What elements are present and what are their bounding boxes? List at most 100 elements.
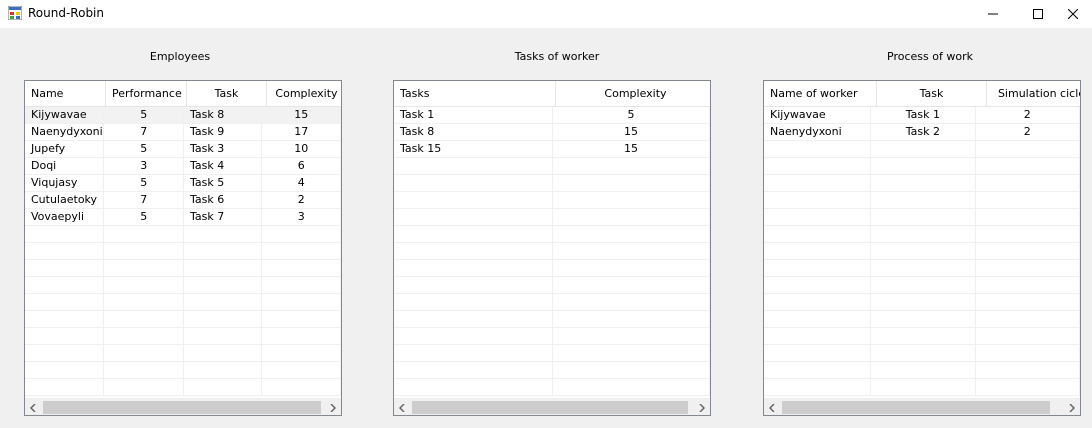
- table-cell: [871, 328, 976, 345]
- column-header-tasks[interactable]: Tasks: [394, 81, 556, 107]
- table-row[interactable]: Vovaepyli 5 Task 73: [25, 209, 341, 226]
- table-cell: [976, 243, 1080, 260]
- scroll-left-button[interactable]: [394, 399, 411, 415]
- table-cell: [764, 209, 872, 226]
- empty-row: [394, 379, 710, 396]
- process-of-work-list[interactable]: Name of worker Task Simulation cicle Kij…: [763, 80, 1081, 416]
- column-header-name-of-worker[interactable]: Name of worker: [764, 81, 877, 107]
- table-cell: [104, 243, 184, 260]
- table-row[interactable]: Task 15 15: [394, 141, 710, 158]
- table-cell: [262, 294, 341, 311]
- table-cell: [553, 345, 710, 362]
- table-row[interactable]: Task 15: [394, 107, 710, 124]
- table-cell: [553, 328, 710, 345]
- empty-row: [394, 226, 710, 243]
- empty-row: [394, 294, 710, 311]
- table-cell: [976, 192, 1080, 209]
- table-cell: [764, 362, 872, 379]
- table-cell: 15: [553, 141, 710, 158]
- employees-header: Name Performance Task Complexity: [25, 81, 341, 107]
- table-cell: [394, 277, 553, 294]
- employees-hscrollbar[interactable]: [25, 398, 341, 415]
- table-cell: [262, 328, 341, 345]
- table-cell: 2: [976, 124, 1080, 141]
- table-row[interactable]: Naenydyxoni Task 22: [764, 124, 1080, 141]
- table-row[interactable]: Naenydyxoni 7 Task 9 17: [25, 124, 341, 141]
- table-cell: [394, 192, 553, 209]
- table-row[interactable]: Viqujasy 5 Task 54: [25, 175, 341, 192]
- table-cell: [976, 175, 1080, 192]
- table-cell: [104, 226, 184, 243]
- table-row[interactable]: Cutulaetoky 7 Task 62: [25, 192, 341, 209]
- table-cell: [262, 311, 341, 328]
- table-cell: [184, 226, 263, 243]
- title-bar: Round-Robin: [0, 0, 1092, 28]
- scroll-thumb[interactable]: [782, 401, 1050, 414]
- empty-row: [764, 379, 1080, 396]
- table-cell: [764, 175, 872, 192]
- table-row[interactable]: Kijywavae Task 12: [764, 107, 1080, 124]
- tasks-of-worker-list[interactable]: Tasks Complexity Task 1 5 Task 8 15 Task 15 1…: [393, 80, 711, 416]
- column-header-name[interactable]: Name: [25, 81, 106, 107]
- table-cell: [394, 243, 553, 260]
- table-row[interactable]: Kijywavae 5 Task 8 15: [25, 107, 341, 124]
- table-cell: [553, 379, 710, 396]
- table-row[interactable]: Task 8 15: [394, 124, 710, 141]
- table-cell: [262, 345, 341, 362]
- column-header-task[interactable]: Task: [877, 81, 987, 107]
- table-cell: 5: [553, 107, 710, 124]
- table-cell: [976, 277, 1080, 294]
- table-cell: [25, 362, 105, 379]
- process-hscrollbar[interactable]: [764, 398, 1080, 415]
- table-cell: [764, 260, 872, 277]
- table-cell: [764, 226, 872, 243]
- table-cell: [262, 260, 341, 277]
- empty-row: [25, 260, 341, 277]
- table-cell: [764, 192, 872, 209]
- table-cell: Kijywavae: [25, 107, 105, 124]
- empty-row: [394, 277, 710, 294]
- tasks-hscrollbar[interactable]: [394, 398, 710, 415]
- table-cell: Doqi: [25, 158, 105, 175]
- table-cell: [764, 328, 872, 345]
- table-cell: [184, 311, 263, 328]
- scroll-right-button[interactable]: [693, 399, 710, 415]
- empty-row: [25, 328, 341, 345]
- table-cell: [871, 311, 976, 328]
- column-header-simulation-cicle[interactable]: Simulation cicle: [987, 81, 1080, 107]
- minimize-button[interactable]: [970, 0, 1016, 28]
- column-header-performance[interactable]: Performance: [106, 81, 187, 107]
- employees-rows: Kijywavae 5 Task 8 15 Naenydyxoni 7 Task 9 17 Ju…: [25, 107, 341, 398]
- empty-row: [764, 209, 1080, 226]
- table-row[interactable]: Jupefy 5 Task 3 10: [25, 141, 341, 158]
- scroll-thumb[interactable]: [43, 401, 321, 414]
- table-cell: 7: [104, 124, 184, 141]
- empty-row: [394, 260, 710, 277]
- table-cell: [976, 209, 1080, 226]
- scroll-left-button[interactable]: [764, 399, 781, 415]
- column-header-complexity[interactable]: Complexity: [556, 81, 710, 107]
- table-row[interactable]: Doqi 3 Task 46: [25, 158, 341, 175]
- empty-row: [764, 345, 1080, 362]
- table-cell: Kijywavae: [764, 107, 872, 124]
- table-cell: [764, 345, 872, 362]
- close-button[interactable]: [1050, 0, 1092, 28]
- column-header-task[interactable]: Task: [187, 81, 267, 107]
- table-cell: [553, 209, 710, 226]
- table-cell: [553, 175, 710, 192]
- table-cell: [394, 311, 553, 328]
- column-header-complexity[interactable]: Complexity: [267, 81, 341, 107]
- empty-row: [394, 158, 710, 175]
- empty-row: [764, 328, 1080, 345]
- table-cell: [553, 226, 710, 243]
- scroll-right-button[interactable]: [324, 399, 341, 415]
- table-cell: [394, 294, 553, 311]
- table-cell: 2: [976, 107, 1080, 124]
- scroll-left-button[interactable]: [25, 399, 42, 415]
- table-cell: [553, 192, 710, 209]
- table-cell: [104, 311, 184, 328]
- employees-list[interactable]: Name Performance Task Complexity Kijywav…: [24, 80, 342, 416]
- table-cell: [394, 379, 553, 396]
- scroll-thumb[interactable]: [412, 401, 688, 414]
- scroll-right-button[interactable]: [1063, 399, 1080, 415]
